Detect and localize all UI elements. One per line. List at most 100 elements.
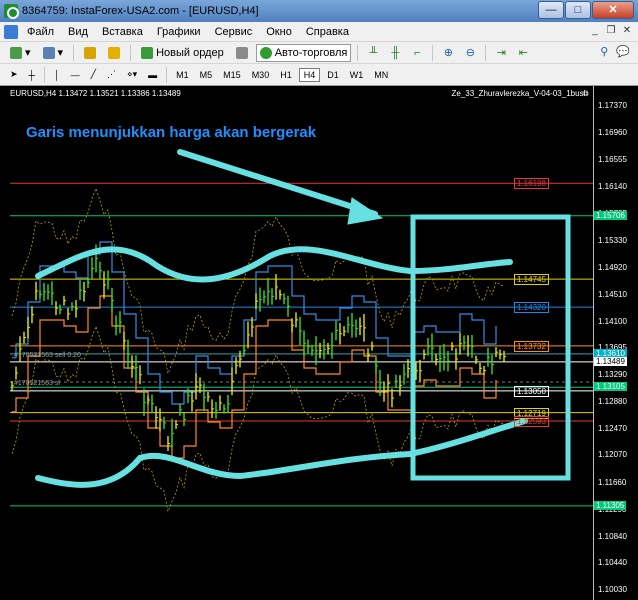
search-icon[interactable]: ⚲ — [600, 45, 608, 58]
mdi-restore-icon[interactable]: ❐ — [604, 24, 618, 38]
horizontal-levels — [10, 182, 593, 507]
candlestick-icon: ╫ — [391, 46, 400, 59]
menu-charts[interactable]: Графики — [150, 26, 208, 38]
timeframe-m5[interactable]: M5 — [196, 69, 217, 81]
chart-annotation-text: Garis menunjukkan harga akan bergerak — [26, 124, 317, 141]
auto-scroll-button[interactable]: ⇥ — [492, 44, 510, 62]
candlestick-button[interactable]: ╫ — [386, 44, 404, 62]
price-tick-label: 1.16140 — [598, 182, 627, 192]
price-tick-label: 1.12070 — [598, 450, 627, 460]
price-tick-label: 1.14100 — [598, 316, 627, 326]
zoom-in-button[interactable]: ⊕ — [439, 44, 457, 62]
line-chart-button[interactable]: ⌐ — [408, 44, 426, 62]
profiles-button[interactable]: ▾ — [39, 44, 68, 62]
meta-editor-button[interactable] — [232, 44, 252, 62]
timeframe-h1[interactable]: H1 — [276, 69, 296, 81]
close-button[interactable]: ✕ — [592, 1, 634, 19]
chart-shift-button[interactable]: ⇤ — [514, 44, 532, 62]
chart-symbol-header: EURUSD,H4 1.13472 1.13521 1.13386 1.1348… — [10, 89, 181, 98]
price-level-tag: 1.13732 — [514, 340, 549, 352]
price-tick-label: 1.12880 — [598, 397, 627, 407]
star-icon — [108, 46, 121, 59]
price-tick-label: 1.11660 — [598, 477, 627, 487]
menu-bar: Файл Вид Вставка Графики Сервис Окно Спр… — [0, 22, 638, 42]
horizontal-line-icon[interactable]: — — [67, 69, 84, 81]
chart-shift-icon: ⇤ — [518, 47, 528, 59]
new-chart-icon — [10, 46, 22, 59]
bar-chart-button[interactable]: ╨ — [364, 44, 382, 62]
editor-icon — [235, 46, 248, 59]
auto-trading-label: Авто-торговля — [274, 46, 348, 59]
app-icon — [4, 4, 19, 19]
timeframe-m30[interactable]: M30 — [248, 69, 274, 81]
menu-help[interactable]: Справка — [299, 26, 356, 38]
lower-price-boundary-curve — [35, 418, 528, 488]
zoom-out-button[interactable]: ⊖ — [461, 44, 479, 62]
price-level-tag: 1.14745 — [514, 274, 549, 286]
vertical-line-icon[interactable]: │ — [50, 69, 64, 81]
menu-file[interactable]: Файл — [20, 26, 61, 38]
standard-toolbar: ▾ ▾ Новый ордер Авто-торговля ╨ ╫ ⌐ ⊕ ⊖ … — [0, 42, 638, 64]
annotation-arrow-head — [347, 197, 384, 225]
menu-window[interactable]: Окно — [259, 26, 299, 38]
shapes-icon[interactable]: ⋄▾ — [123, 68, 141, 81]
price-level-tag: 1.11305 — [594, 500, 627, 510]
period-icon[interactable]: ▬ — [144, 69, 161, 81]
zoom-out-icon: ⊖ — [465, 47, 475, 59]
channel-icon[interactable]: ⋰ — [103, 68, 120, 81]
timeframe-m1[interactable]: M1 — [172, 69, 193, 81]
cursor-icon[interactable]: ➤ — [6, 68, 22, 81]
line-chart-icon: ⌐ — [414, 46, 421, 59]
price-tick-label: 1.16960 — [598, 128, 627, 138]
new-order-button[interactable]: Новый ордер — [137, 44, 228, 62]
menu-insert[interactable]: Вставка — [95, 26, 150, 38]
bar-chart-icon: ╨ — [369, 46, 378, 59]
expert-advisor-label: Ze_33_Zhuravlerezka_V-04-03_1bush — [451, 89, 588, 98]
annotation-drawings — [35, 149, 571, 488]
price-bars — [11, 244, 506, 451]
price-level-tag: 1.15706 — [594, 210, 627, 220]
price-level-tag: 1.12593 — [514, 415, 549, 427]
separator — [166, 66, 168, 83]
price-tick-label: 1.13290 — [598, 370, 627, 380]
mdi-controls: _ ❐ ✕ — [588, 24, 634, 38]
indicator-bands — [11, 187, 505, 513]
price-tick-label: 1.12470 — [598, 424, 627, 434]
new-chart-button[interactable]: ▾ — [6, 44, 35, 62]
new-order-icon — [141, 46, 154, 59]
window-controls: — □ ✕ — [538, 1, 634, 19]
new-order-label: Новый ордер — [156, 46, 224, 59]
trendline-icon[interactable]: ╱ — [87, 68, 100, 81]
order-label-sl: #170521563 sl — [14, 380, 60, 387]
menu-tools[interactable]: Сервис — [208, 26, 260, 38]
price-chart[interactable]: EURUSD,H4 1.13472 1.13521 1.13386 1.1348… — [0, 86, 638, 600]
mdi-minimize-icon[interactable]: _ — [588, 24, 602, 38]
separator — [130, 44, 132, 61]
auto-scroll-icon: ⇥ — [496, 47, 506, 59]
maximize-button[interactable]: □ — [565, 1, 591, 19]
separator — [73, 44, 75, 61]
crosshair-icon[interactable]: ┼ — [25, 69, 39, 81]
window-title: 8364759: InstaForex-USA2.com - [EURUSD,H… — [22, 5, 259, 17]
mdi-close-icon[interactable]: ✕ — [620, 24, 634, 38]
zoom-in-icon: ⊕ — [443, 47, 453, 59]
menu-view[interactable]: Вид — [61, 26, 95, 38]
separator — [357, 44, 359, 61]
price-tick-label: 1.15330 — [598, 235, 627, 245]
market-watch-button[interactable] — [80, 44, 100, 62]
timeframe-mn[interactable]: MN — [370, 69, 392, 81]
auto-trading-button[interactable]: Авто-торговля — [255, 43, 352, 62]
timeframe-w1[interactable]: W1 — [346, 69, 368, 81]
smiley-icon: ☺ — [581, 88, 591, 98]
timeframe-d1[interactable]: D1 — [323, 69, 343, 81]
line-studies-toolbar: ➤ ┼ │ — ╱ ⋰ ⋄▾ ▬ M1 M5 M15 M30 H1 H4 D1 … — [0, 64, 638, 86]
chart-window-icon[interactable] — [4, 24, 18, 39]
navigator-button[interactable] — [104, 44, 124, 62]
profiles-icon — [42, 46, 55, 59]
minimize-button[interactable]: — — [538, 1, 564, 19]
chat-icon[interactable]: 💬 — [616, 45, 630, 58]
timeframe-m15[interactable]: M15 — [219, 69, 245, 81]
separator — [43, 66, 45, 83]
market-watch-icon — [84, 46, 97, 59]
timeframe-h4[interactable]: H4 — [298, 67, 321, 82]
